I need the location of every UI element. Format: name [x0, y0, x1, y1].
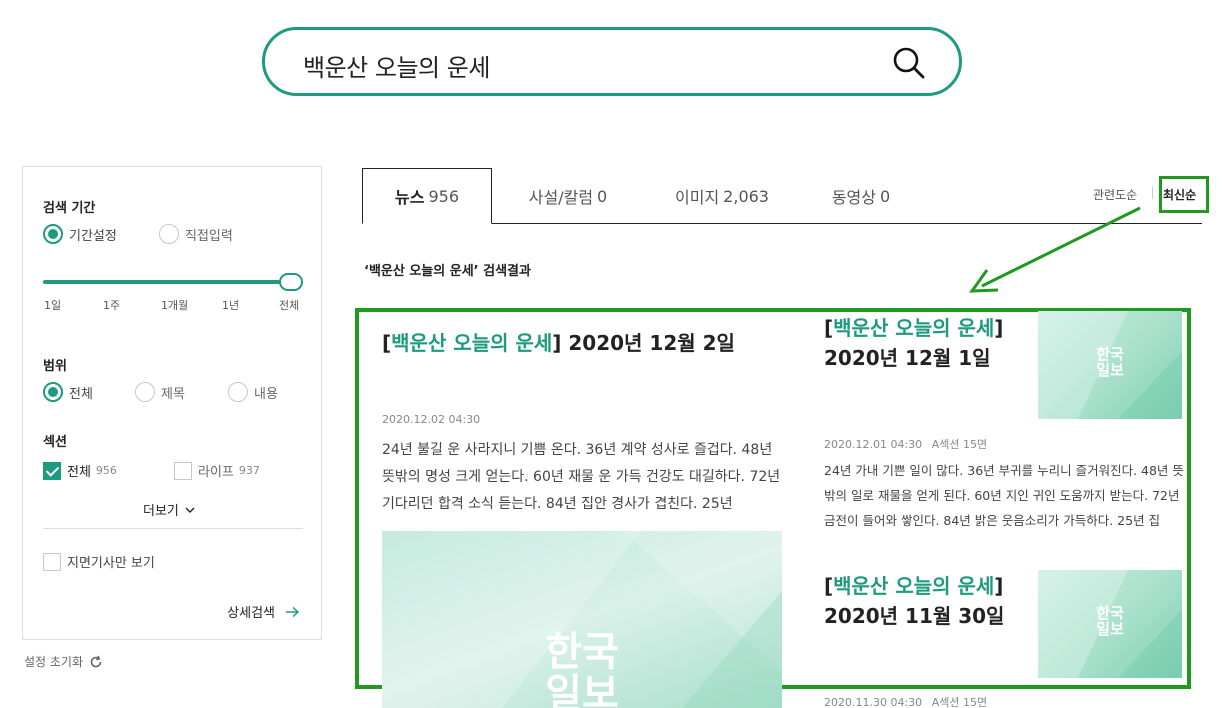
- period-title: 검색 기간: [43, 201, 96, 216]
- radio-scope-all[interactable]: 전체: [43, 382, 93, 402]
- filter-panel: 검색 기간 기간설정 직접입력 1일 1주 1개월 1년 전체 범위 전체 제목…: [22, 166, 322, 640]
- checkbox-label: 라이프: [198, 465, 234, 480]
- tick-label: 1년: [222, 299, 240, 312]
- radio-scope-content[interactable]: 내용: [228, 382, 278, 402]
- radio-dot: [228, 382, 248, 402]
- tab-video[interactable]: 동영상 0: [806, 168, 916, 224]
- article-title[interactable]: [백운산 오늘의 운세] 2020년 12월 2일: [382, 328, 782, 358]
- article-keyword: 백운산 오늘의 운세: [833, 316, 995, 340]
- article-title[interactable]: [백운산 오늘의 운세] 2020년 12월 1일: [824, 313, 1024, 373]
- radio-label: 기간설정: [69, 228, 117, 244]
- checkbox-label: 전체: [67, 465, 91, 480]
- article-section: A섹션 15면: [931, 438, 988, 451]
- tab-count: 2,063: [723, 186, 769, 206]
- radio-label: 직접입력: [185, 228, 233, 244]
- more-button[interactable]: 더보기: [143, 500, 197, 519]
- checkbox-paper-only[interactable]: 지면기사만 보기: [43, 552, 155, 571]
- radio-period-setting[interactable]: 기간설정: [43, 224, 117, 244]
- article-section: A섹션 15면: [931, 696, 988, 708]
- thumbnail-logo: 한국 일보: [545, 629, 619, 708]
- tick-label: 1주: [103, 299, 121, 312]
- radio-dot: [43, 224, 63, 244]
- tab-editorial[interactable]: 사설/칼럼 0: [506, 168, 630, 224]
- tick-label: 전체: [279, 299, 300, 312]
- article-keyword: 백운산 오늘의 운세: [391, 331, 553, 355]
- article-title-rest: 2020년 12월 2일: [568, 331, 735, 355]
- article-date: 2020.12.02 04:30: [382, 413, 481, 426]
- reset-label: 설정 초기화: [24, 655, 84, 669]
- article-title[interactable]: [백운산 오늘의 운세] 2020년 11월 30일: [824, 571, 1024, 631]
- period-slider-track[interactable]: [43, 280, 301, 284]
- radio-dot: [43, 382, 63, 402]
- thumbnail-logo: 한국 일보: [1096, 345, 1124, 379]
- tick-label: 1개월: [161, 299, 189, 312]
- radio-scope-title[interactable]: 제목: [135, 382, 185, 402]
- radio-label: 제목: [161, 386, 185, 402]
- tab-images[interactable]: 이미지 2,063: [660, 168, 784, 224]
- checkbox-section-life[interactable]: 라이프 937: [174, 461, 260, 480]
- article-title-rest: 2020년 11월 30일: [824, 604, 1005, 628]
- scope-title: 범위: [43, 359, 67, 374]
- checkbox-box: [43, 461, 61, 480]
- search-result-label: ‘백운산 오늘의 운세’ 검색결과: [364, 264, 531, 279]
- section-count: 956: [95, 464, 117, 477]
- search-input[interactable]: 백운산 오늘의 운세: [303, 48, 490, 83]
- checkbox-section-all[interactable]: 전체 956: [43, 461, 117, 480]
- article-summary: 24년 가내 기쁜 일이 많다. 36년 부귀를 누리니 즐거워진다. 48년 …: [824, 463, 1184, 528]
- radio-direct-input[interactable]: 직접입력: [159, 224, 233, 244]
- article-keyword: 백운산 오늘의 운세: [833, 574, 995, 598]
- section-count: 937: [238, 464, 260, 477]
- detail-search-link[interactable]: 상세검색: [227, 602, 301, 621]
- article-thumbnail[interactable]: 한국 일보: [1038, 311, 1182, 419]
- more-label: 더보기: [143, 504, 179, 519]
- search-icon[interactable]: [891, 45, 927, 81]
- sort-separator: [1152, 187, 1153, 199]
- article-summary: 24년 불길 운 사라지니 기쁨 온다. 36년 계약 성사로 즐겁다. 48년…: [382, 442, 781, 512]
- tab-count: 0: [597, 186, 608, 206]
- arrow-right-icon: [286, 606, 300, 617]
- article-date: 2020.12.01 04:30: [824, 438, 923, 451]
- chevron-down-icon: [185, 507, 195, 513]
- tick-label: 1일: [44, 299, 62, 312]
- reset-settings-button[interactable]: 설정 초기화: [24, 653, 103, 670]
- sort-relevance[interactable]: 관련도순: [1093, 186, 1137, 203]
- section-title: 섹션: [43, 435, 67, 450]
- radio-dot: [135, 382, 155, 402]
- tab-label: 뉴스: [395, 188, 425, 207]
- tab-label: 이미지: [675, 188, 720, 207]
- thumbnail-logo: 한국 일보: [1096, 604, 1124, 638]
- tab-count: 0: [879, 186, 891, 206]
- period-slider-handle[interactable]: [279, 273, 303, 291]
- radio-dot: [159, 224, 179, 244]
- tab-label: 사설/칼럼: [528, 188, 594, 207]
- annotation-arrow: [969, 206, 1141, 293]
- tab-label: 동영상: [831, 188, 876, 207]
- article-thumbnail[interactable]: 한국 일보: [382, 531, 782, 708]
- detail-search-label: 상세검색: [227, 606, 275, 621]
- radio-label: 전체: [69, 386, 93, 402]
- tab-count: 956: [428, 186, 459, 206]
- divider: [43, 528, 303, 529]
- checkbox-box: [174, 461, 192, 480]
- annotation-highlight-sort: [1159, 176, 1209, 213]
- tab-news[interactable]: 뉴스 956: [362, 168, 492, 224]
- article-date: 2020.11.30 04:30: [824, 696, 923, 708]
- article-meta: 2020.11.30 04:30 A섹션 15면: [824, 694, 987, 708]
- search-bar[interactable]: 백운산 오늘의 운세: [262, 27, 962, 96]
- article-meta: 2020.12.01 04:30 A섹션 15면: [824, 436, 987, 452]
- radio-label: 내용: [254, 386, 278, 402]
- article-title-rest: 2020년 12월 1일: [824, 346, 991, 370]
- article-thumbnail[interactable]: 한국 일보: [1038, 570, 1182, 678]
- checkbox-box: [43, 552, 61, 571]
- checkbox-label: 지면기사만 보기: [67, 556, 155, 571]
- refresh-icon: [90, 655, 102, 667]
